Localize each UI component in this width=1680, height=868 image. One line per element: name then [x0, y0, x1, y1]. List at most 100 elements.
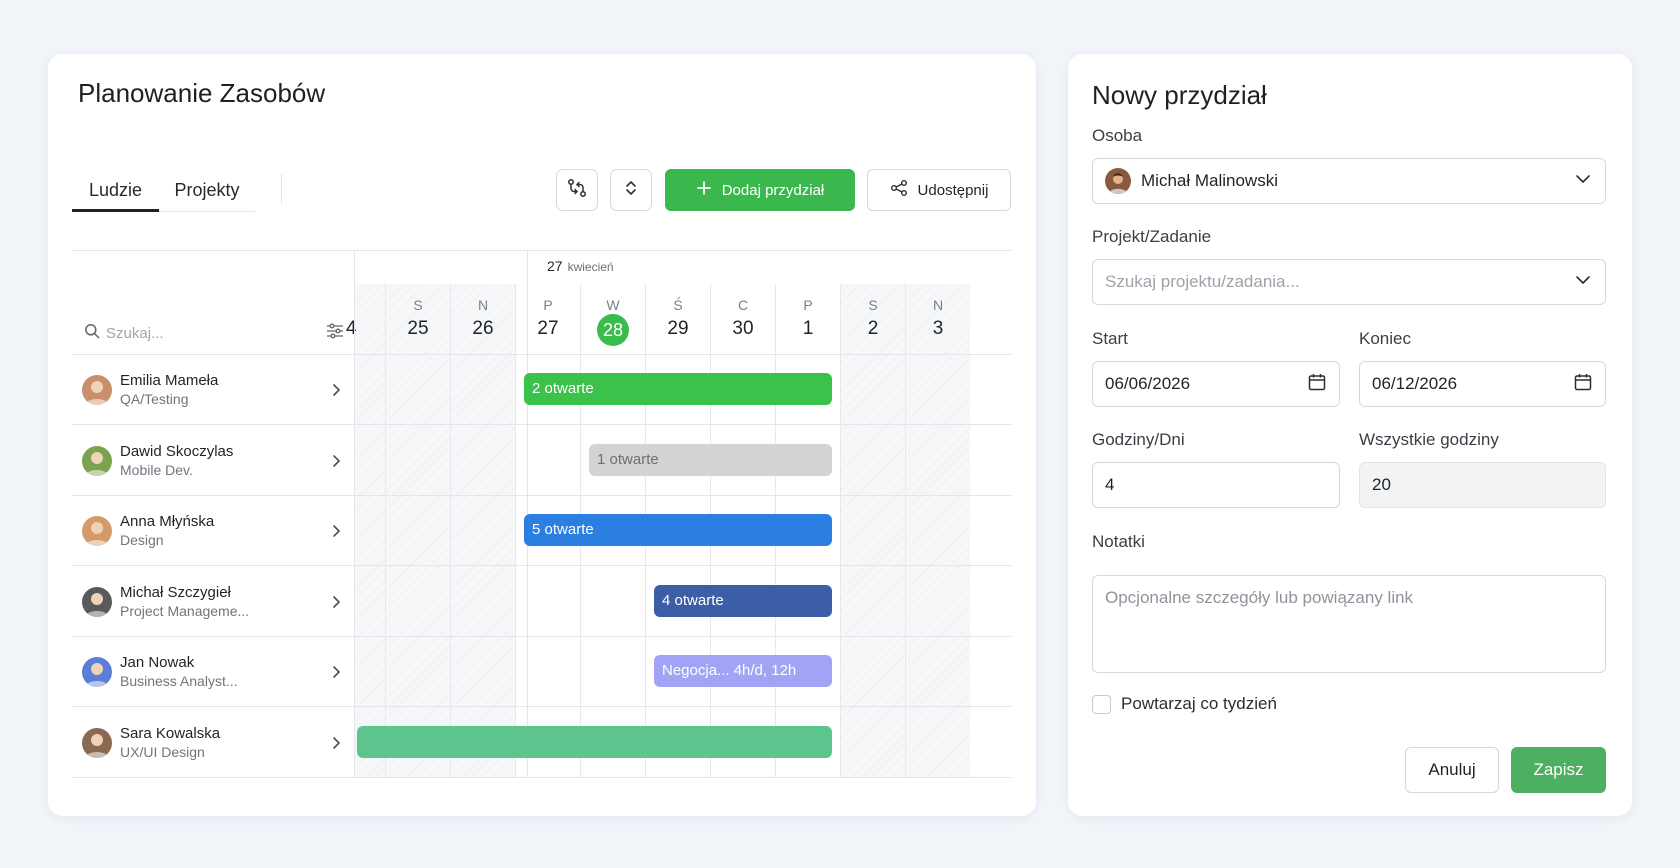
day-number[interactable]: 3 [906, 318, 970, 340]
hours-per-day-input[interactable]: 4 [1092, 462, 1340, 508]
day-number[interactable]: 2 [841, 318, 905, 340]
repeat-weekly-label: Powtarzaj co tydzień [1121, 694, 1277, 713]
grid-top-border [72, 250, 1011, 251]
person-row: Emilia Mameła QA/Testing 2 otwarte [72, 355, 1011, 425]
search-input[interactable]: Szukaj... [106, 325, 326, 342]
person-cell[interactable]: Michał Szczygieł Project Manageme... [82, 567, 344, 637]
project-select[interactable]: Szukaj projektu/zadania... [1092, 259, 1606, 305]
end-date-field[interactable]: 06/12/2026 [1359, 361, 1606, 407]
day-of-week: W [606, 297, 620, 313]
hours-per-day-label: Godziny/Dni [1092, 430, 1185, 449]
total-hours-field: 20 [1359, 462, 1606, 508]
person-role: Mobile Dev. [120, 461, 193, 478]
person-role: QA/Testing [120, 391, 189, 407]
share-button[interactable]: Udostępnij [867, 169, 1011, 211]
swap-button[interactable] [556, 169, 598, 211]
planner-card: Planowanie Zasobów Ludzie Projekty Dodaj… [48, 54, 1036, 816]
cancel-button[interactable]: Anuluj [1405, 747, 1499, 793]
add-assignment-label: Dodaj przydział [721, 181, 825, 199]
person-cell[interactable]: Emilia Mameła QA/Testing [82, 355, 344, 425]
person-info: Emilia Mameła QA/Testing [120, 371, 328, 409]
notes-textarea[interactable]: Opcjonalne szczegóły lub powiązany link [1092, 575, 1606, 673]
day-number[interactable]: 25 [386, 318, 450, 340]
project-label: Projekt/Zadanie [1092, 227, 1212, 246]
person-name: Jan Nowak [120, 654, 195, 671]
month-day: 27 [547, 258, 563, 274]
chevron-right-icon[interactable] [328, 664, 344, 680]
person-cell[interactable]: Dawid Skoczylas Mobile Dev. [82, 426, 344, 496]
person-name: Sara Kowalska [120, 724, 221, 742]
day-of-week: N [477, 297, 489, 313]
chevron-right-icon[interactable] [328, 735, 344, 751]
today-badge: 28 [597, 314, 629, 346]
day-number[interactable]: 29 [646, 318, 710, 340]
person-role: Design [120, 532, 164, 548]
total-hours-value: 20 [1372, 475, 1391, 494]
assignment-bar[interactable]: 4 otwarte [654, 584, 832, 617]
hours-per-day-value: 4 [1105, 475, 1115, 494]
day-of-week: N [932, 297, 944, 313]
page-title: Planowanie Zasobów [78, 78, 326, 108]
assignment-bar[interactable] [357, 725, 832, 758]
filter-icon[interactable] [326, 323, 344, 344]
person-cell[interactable]: Jan Nowak Business Analyst... [82, 637, 344, 707]
calendar-icon[interactable] [1573, 372, 1593, 397]
tab-people[interactable]: Ludzie [72, 172, 159, 212]
end-label: Koniec [1359, 329, 1411, 348]
people-search[interactable]: Szukaj... [84, 320, 344, 346]
tab-divider [281, 174, 282, 204]
day-of-week: P [543, 297, 553, 313]
assignment-bar[interactable]: Negocja... 4h/d, 12h [654, 655, 832, 687]
expand-collapse-icon [621, 178, 641, 203]
save-button[interactable]: Zapisz [1511, 747, 1606, 793]
view-tabs: Ludzie Projekty [72, 172, 255, 212]
person-row: Sara Kowalska UX/UI Design [72, 708, 1011, 778]
assignment-form: Nowy przydział Osoba Michał Malinowski P… [1068, 54, 1632, 816]
person-cell[interactable]: Sara Kowalska UX/UI Design [82, 708, 344, 778]
person-name: Emilia Mameła [120, 372, 219, 389]
person-label: Osoba [1092, 126, 1143, 145]
person-info: Jan Nowak Business Analyst... [120, 653, 328, 691]
end-date-value: 06/12/2026 [1372, 374, 1458, 393]
person-role: Business Analyst... [120, 673, 238, 689]
day-number[interactable]: 1 [776, 318, 840, 340]
start-date-value: 06/06/2026 [1105, 374, 1191, 393]
chevron-right-icon[interactable] [328, 523, 344, 539]
add-assignment-button[interactable]: Dodaj przydział [665, 169, 855, 211]
assignment-bar[interactable]: 2 otwarte [524, 373, 832, 405]
today-date[interactable]: 28 [581, 314, 645, 346]
schedule-grid: 4 S 25 N 26 P 27 W 28 Ś 29 C 30 P 1 S 2 N 3 27 kwiecień Szu… [72, 250, 1011, 778]
day-number[interactable]: 30 [711, 318, 775, 340]
tab-projects[interactable]: Projekty [159, 172, 255, 212]
person-select[interactable]: Michał Malinowski [1092, 158, 1606, 204]
swap-arrows-icon [566, 177, 588, 204]
chevron-right-icon[interactable] [328, 453, 344, 469]
avatar [1105, 168, 1131, 194]
day-number[interactable]: 4 [346, 318, 376, 340]
expand-collapse-button[interactable] [610, 169, 652, 211]
person-role: UX/UI Design [120, 743, 205, 760]
start-label: Start [1092, 329, 1128, 348]
month-label: 27 kwiecień [547, 258, 614, 274]
notes-label: Notatki [1092, 532, 1145, 551]
avatar [82, 445, 112, 476]
start-date-field[interactable]: 06/06/2026 [1092, 361, 1340, 407]
chevron-right-icon[interactable] [328, 382, 344, 398]
avatar [82, 375, 112, 405]
person-cell[interactable]: Anna Młyńska Design [82, 496, 344, 566]
day-number[interactable]: 26 [451, 318, 515, 340]
person-row: Anna Młyńska Design 5 otwarte [72, 496, 1011, 566]
assignment-bar[interactable]: 5 otwarte [524, 514, 832, 546]
avatar [82, 516, 112, 546]
assignment-bar[interactable]: 1 otwarte [589, 443, 832, 476]
chevron-down-icon [1573, 169, 1593, 194]
avatar [82, 586, 112, 617]
day-number[interactable]: 27 [516, 318, 580, 340]
chevron-right-icon[interactable] [328, 594, 344, 610]
repeat-weekly-checkbox[interactable] [1092, 695, 1111, 714]
person-info: Sara Kowalska UX/UI Design [120, 724, 328, 762]
chevron-down-icon [1573, 270, 1593, 295]
project-placeholder: Szukaj projektu/zadania... [1105, 272, 1300, 291]
month-name: kwiecień [567, 260, 614, 274]
calendar-icon[interactable] [1307, 372, 1327, 397]
